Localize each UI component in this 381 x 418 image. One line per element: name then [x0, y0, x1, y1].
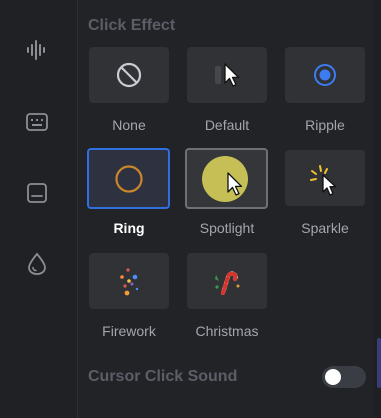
effect-default-button[interactable] [187, 47, 267, 103]
effect-sparkle-label: Sparkle [301, 220, 349, 236]
effect-ring-button[interactable] [87, 148, 170, 209]
none-icon [116, 62, 142, 88]
effect-ripple-button[interactable] [285, 47, 365, 103]
section-title: Click Effect [88, 17, 176, 34]
effect-sparkle-button[interactable] [285, 150, 365, 206]
audio-wave-icon[interactable] [24, 37, 50, 63]
sparkle-icon [310, 165, 337, 196]
effect-spotlight-label: Spotlight [199, 220, 255, 236]
ripple-icon [314, 64, 336, 86]
effect-none-label: None [112, 117, 146, 133]
cursor-click-sound-toggle[interactable] [322, 366, 366, 388]
sidebar [0, 0, 78, 418]
ring-icon [115, 165, 143, 193]
scrollbar-thumb[interactable] [377, 338, 381, 388]
effect-firework-button[interactable] [89, 253, 169, 309]
water-drop-icon[interactable] [24, 251, 50, 277]
keyboard-icon[interactable] [24, 109, 50, 135]
effect-christmas-label: Christmas [195, 323, 259, 339]
effect-christmas-button[interactable] [187, 253, 267, 309]
firework-icon [120, 268, 139, 296]
default-cursor-icon [215, 63, 240, 87]
effect-firework-label: Firework [102, 323, 156, 339]
effect-none-button[interactable] [89, 47, 169, 103]
effect-default-label: Default [204, 117, 250, 133]
effect-ring-label: Ring [113, 220, 145, 236]
effect-ripple-label: Ripple [305, 117, 345, 133]
subtitle-icon[interactable] [24, 180, 50, 206]
effect-spotlight-button[interactable] [185, 148, 268, 209]
toggle-knob [325, 369, 341, 385]
cursor-click-sound-label: Cursor Click Sound [88, 368, 238, 385]
spotlight-icon [202, 156, 248, 202]
christmas-icon [215, 271, 240, 295]
